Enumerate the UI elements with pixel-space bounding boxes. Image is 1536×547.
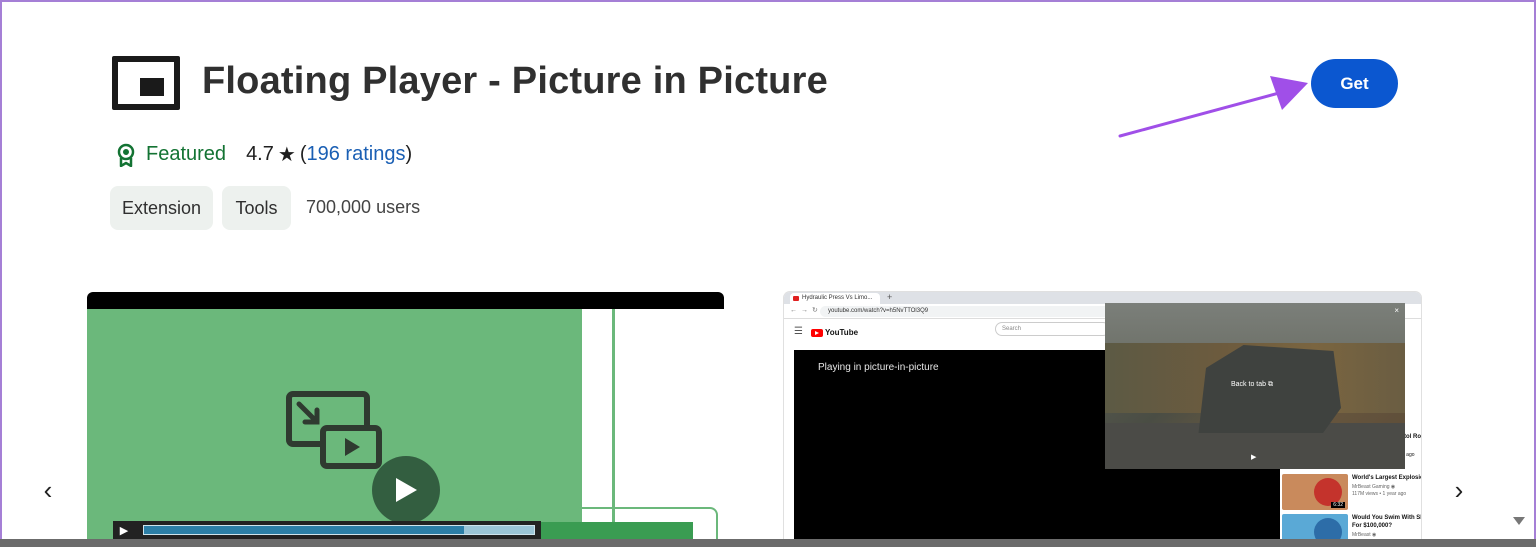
chevron-right-icon[interactable]: › xyxy=(1447,475,1471,505)
get-button[interactable]: Get xyxy=(1311,59,1398,108)
side-fragment: tol Ro xyxy=(1404,434,1421,440)
shot1-green-bar xyxy=(527,522,693,539)
youtube-search: Search xyxy=(995,322,1110,336)
control-play-icon: ▶ xyxy=(119,524,129,537)
scroll-down-icon[interactable] xyxy=(1512,516,1526,526)
featured-label: Featured xyxy=(146,143,227,165)
video-title-line2: For $100,000? xyxy=(1352,523,1393,529)
youtube-logo-text: YouTube xyxy=(825,328,859,337)
rating-value: 4.7 xyxy=(246,143,274,165)
new-tab-icon: + xyxy=(887,292,893,302)
youtube-logo: YouTube xyxy=(811,328,858,337)
shot1-divider xyxy=(612,309,615,539)
extension-logo-icon xyxy=(112,56,180,110)
youtube-favicon-icon xyxy=(793,296,799,301)
user-count: 700,000 users xyxy=(306,197,421,217)
youtube-logo-icon xyxy=(811,328,823,337)
video-thumbnail: 6:32 xyxy=(1282,474,1348,510)
annotation-arrow-icon xyxy=(1118,76,1308,138)
award-badge-icon xyxy=(117,143,135,167)
pip-play-icon: ▶ xyxy=(1251,454,1257,461)
play-button[interactable] xyxy=(372,456,440,524)
video-channel: MrBeast Gaming ◉ xyxy=(1352,484,1396,490)
pip-close-icon: × xyxy=(1394,306,1399,315)
video-title: Would You Swim With Sha xyxy=(1352,515,1421,521)
tab-title: Hydraulic Press Vs Limo... xyxy=(802,295,873,301)
browser-nav-icons: ←→↻ xyxy=(790,307,822,314)
video-duration: 6:32 xyxy=(1331,502,1345,508)
ratings-link[interactable]: 196 ratings xyxy=(306,143,405,166)
ratings-paren-close: ) xyxy=(405,143,413,165)
browser-tab: Hydraulic Press Vs Limo... xyxy=(790,293,880,304)
logo-inner-square xyxy=(140,78,164,96)
video-channel: MrBeast ◉ xyxy=(1352,532,1377,538)
video-thumbnail xyxy=(1282,514,1348,539)
shot1-topbar xyxy=(87,292,724,309)
pip-back-to-tab: Back to tab ⧉ xyxy=(1231,381,1273,388)
list-item: Would You Swim With Sha For $100,000? Mr… xyxy=(1282,514,1421,539)
video-title: World's Largest Explosion xyxy=(1352,475,1421,481)
shot1-controls: ▶ xyxy=(113,521,541,539)
chip-extension[interactable]: Extension xyxy=(110,186,213,230)
video-stats: 117M views • 1 year ago xyxy=(1352,491,1407,497)
menu-icon: ☰ xyxy=(794,326,803,337)
star-icon: ★ xyxy=(277,144,296,166)
playing-pip-text: Playing in picture-in-picture xyxy=(818,362,939,373)
list-item: 6:32 World's Largest Explosion MrBeast G… xyxy=(1282,474,1421,510)
seek-bar xyxy=(143,525,535,535)
screenshot-1[interactable]: ▶ xyxy=(87,292,724,539)
thumbnail-art xyxy=(1314,518,1342,539)
url-field: youtube.com/watch?v=h5NvTTOl3Q9 xyxy=(820,306,1140,317)
screenshot-2[interactable]: Hydraulic Press Vs Limo... + ←→↻ youtube… xyxy=(784,292,1421,539)
extension-title: Floating Player - Picture in Picture xyxy=(202,60,828,102)
pip-window: × Back to tab ⧉ ▶ xyxy=(1105,303,1405,469)
ratings-paren-open: ( xyxy=(299,143,307,165)
bottom-bar xyxy=(0,539,1536,547)
meta-row: Featured 4.7 ★ ( 196 ratings ) xyxy=(116,142,412,167)
picture-in-picture-icon xyxy=(286,391,382,469)
chip-tools[interactable]: Tools xyxy=(222,186,291,230)
chevron-left-icon[interactable]: ‹ xyxy=(36,475,60,505)
play-icon xyxy=(396,478,417,502)
seek-fill xyxy=(144,526,464,534)
shot1-white-column xyxy=(582,309,724,539)
